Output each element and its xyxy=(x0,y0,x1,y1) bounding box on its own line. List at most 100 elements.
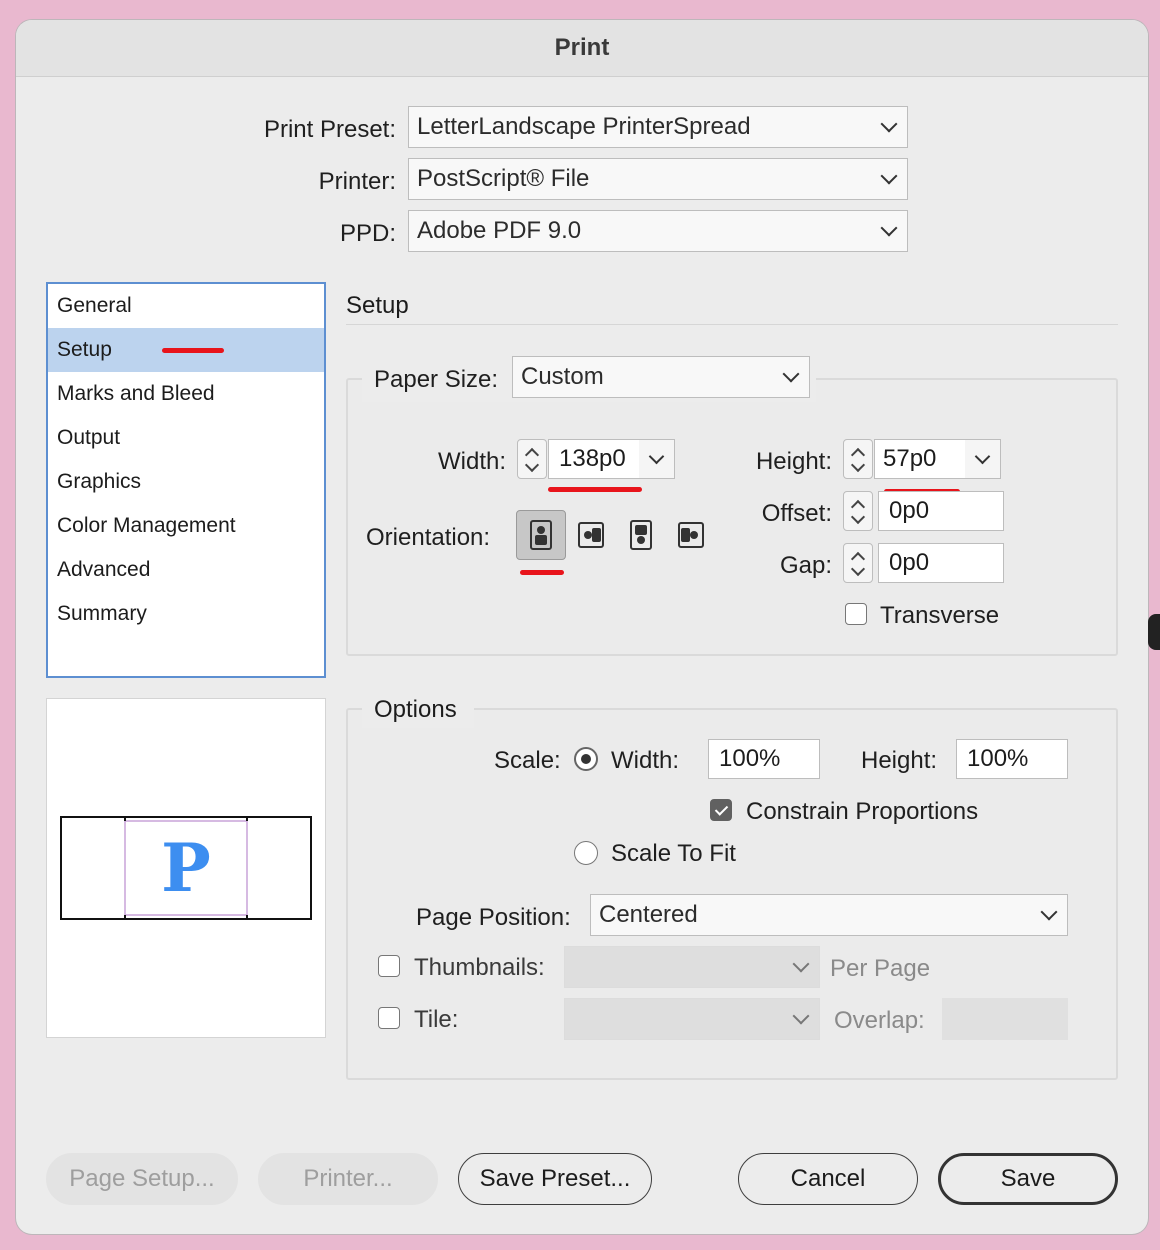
sidebar-item-marks-and-bleed[interactable]: Marks and Bleed xyxy=(48,372,324,416)
print-preview: P xyxy=(46,698,326,1038)
gap-field[interactable]: 0p0 xyxy=(878,543,1004,583)
scale-width-field[interactable]: 100% xyxy=(708,739,820,779)
constrain-proportions-label: Constrain Proportions xyxy=(746,798,979,825)
print-preset-select[interactable]: LetterLandscape PrinterSpread xyxy=(408,106,908,148)
chevron-down-icon xyxy=(792,1007,810,1025)
height-units-dropdown[interactable] xyxy=(965,439,1001,479)
category-list: General Setup Marks and Bleed Output Gra… xyxy=(46,282,326,678)
chevron-down-icon xyxy=(850,561,866,577)
print-dialog: Print Print Preset: LetterLandscape Prin… xyxy=(16,20,1148,1234)
height-label: Height: xyxy=(755,448,832,475)
height-field[interactable]: 57p0 xyxy=(874,439,966,479)
printer-value: PostScript® File xyxy=(417,165,590,192)
cancel-button[interactable]: Cancel xyxy=(738,1153,918,1205)
scale-width-value: 100% xyxy=(719,745,781,772)
print-preset-value: LetterLandscape PrinterSpread xyxy=(417,113,751,140)
sidebar-item-general[interactable]: General xyxy=(48,284,324,328)
ppd-value: Adobe PDF 9.0 xyxy=(417,217,582,244)
dialog-title: Print xyxy=(16,20,1148,77)
chevron-down-icon xyxy=(880,115,898,133)
reverse-landscape-orientation-button[interactable] xyxy=(676,518,706,552)
offset-field[interactable]: 0p0 xyxy=(878,491,1004,531)
offset-stepper[interactable] xyxy=(843,491,873,531)
overlap-label: Overlap: xyxy=(834,1007,925,1034)
chevron-down-icon xyxy=(792,955,810,973)
overlap-field[interactable] xyxy=(942,998,1068,1040)
tile-checkbox[interactable] xyxy=(378,1007,400,1029)
portrait-orientation-button[interactable] xyxy=(516,510,566,560)
chevron-down-icon xyxy=(880,167,898,185)
sidebar-item-label: Color Management xyxy=(57,514,236,537)
gap-value: 0p0 xyxy=(889,549,930,576)
scale-height-label: Height: xyxy=(861,747,938,774)
options-heading: Options xyxy=(374,696,457,723)
reverse-landscape-icon xyxy=(678,522,704,548)
sidebar-item-graphics[interactable]: Graphics xyxy=(48,460,324,504)
thumbnails-checkbox[interactable] xyxy=(378,955,400,977)
height-stepper[interactable] xyxy=(843,439,873,479)
offset-value: 0p0 xyxy=(889,497,930,524)
scale-to-fit-radio[interactable] xyxy=(574,841,598,865)
width-value: 138p0 xyxy=(559,445,626,472)
reverse-portrait-icon xyxy=(630,520,652,550)
sidebar-item-label: Marks and Bleed xyxy=(57,382,215,405)
printer-button[interactable]: Printer... xyxy=(258,1153,438,1205)
scale-height-value: 100% xyxy=(967,745,1029,772)
sidebar-item-label: General xyxy=(57,294,132,317)
width-stepper[interactable] xyxy=(517,439,547,479)
printer-select[interactable]: PostScript® File xyxy=(408,158,908,200)
scale-height-field[interactable]: 100% xyxy=(956,739,1068,779)
chevron-down-icon xyxy=(974,448,991,465)
gap-stepper[interactable] xyxy=(843,543,873,583)
setup-divider xyxy=(346,324,1118,325)
width-units-dropdown[interactable] xyxy=(639,439,675,479)
transverse-checkbox[interactable] xyxy=(845,603,867,625)
sidebar-item-label: Output xyxy=(57,426,121,449)
width-label: Width: xyxy=(437,448,506,475)
chevron-down-icon xyxy=(880,219,898,237)
sidebar-item-label: Summary xyxy=(57,602,147,625)
ppd-label: PPD: xyxy=(339,220,396,247)
offset-label: Offset: xyxy=(761,500,832,527)
orientation-label: Orientation: xyxy=(366,524,491,551)
sidebar-item-label: Setup xyxy=(57,338,112,361)
landscape-orientation-button[interactable] xyxy=(576,518,606,552)
ppd-select[interactable]: Adobe PDF 9.0 xyxy=(408,210,908,252)
gap-label: Gap: xyxy=(779,552,832,579)
paper-size-select[interactable]: Custom xyxy=(512,356,810,398)
sidebar-item-summary[interactable]: Summary xyxy=(48,592,324,636)
annotation-underline xyxy=(162,348,224,353)
sidebar-item-color-management[interactable]: Color Management xyxy=(48,504,324,548)
setup-heading: Setup xyxy=(346,292,409,319)
chevron-down-icon xyxy=(850,457,866,473)
scale-label: Scale: xyxy=(494,747,561,774)
thumbnails-select[interactable] xyxy=(564,946,820,988)
reverse-portrait-orientation-button[interactable] xyxy=(626,518,656,552)
per-page-label: Per Page xyxy=(830,955,931,982)
annotation-underline xyxy=(548,487,642,492)
save-preset-button[interactable]: Save Preset... xyxy=(458,1153,652,1205)
preview-letter: P xyxy=(161,829,211,907)
save-button[interactable]: Save xyxy=(938,1153,1118,1205)
portrait-icon xyxy=(530,520,552,550)
constrain-proportions-checkbox[interactable] xyxy=(710,799,732,821)
print-preset-label: Print Preset: xyxy=(263,116,396,143)
page-position-value: Centered xyxy=(599,901,698,928)
tile-select[interactable] xyxy=(564,998,820,1040)
landscape-icon xyxy=(578,522,604,548)
page-setup-button[interactable]: Page Setup... xyxy=(46,1153,238,1205)
chevron-down-icon xyxy=(782,365,800,383)
sidebar-item-output[interactable]: Output xyxy=(48,416,324,460)
sidebar-item-label: Graphics xyxy=(57,470,142,493)
sidebar-item-setup[interactable]: Setup xyxy=(48,328,324,372)
scale-width-radio[interactable] xyxy=(574,747,598,771)
page-preview-graphic: P xyxy=(60,816,312,920)
background-window-edge xyxy=(1148,614,1160,650)
height-value: 57p0 xyxy=(883,445,937,472)
width-field[interactable]: 138p0 xyxy=(548,439,640,479)
sidebar-item-advanced[interactable]: Advanced xyxy=(48,548,324,592)
scale-to-fit-label: Scale To Fit xyxy=(611,840,736,867)
page-position-select[interactable]: Centered xyxy=(590,894,1068,936)
printer-label: Printer: xyxy=(318,168,396,195)
chevron-down-icon xyxy=(648,448,665,465)
